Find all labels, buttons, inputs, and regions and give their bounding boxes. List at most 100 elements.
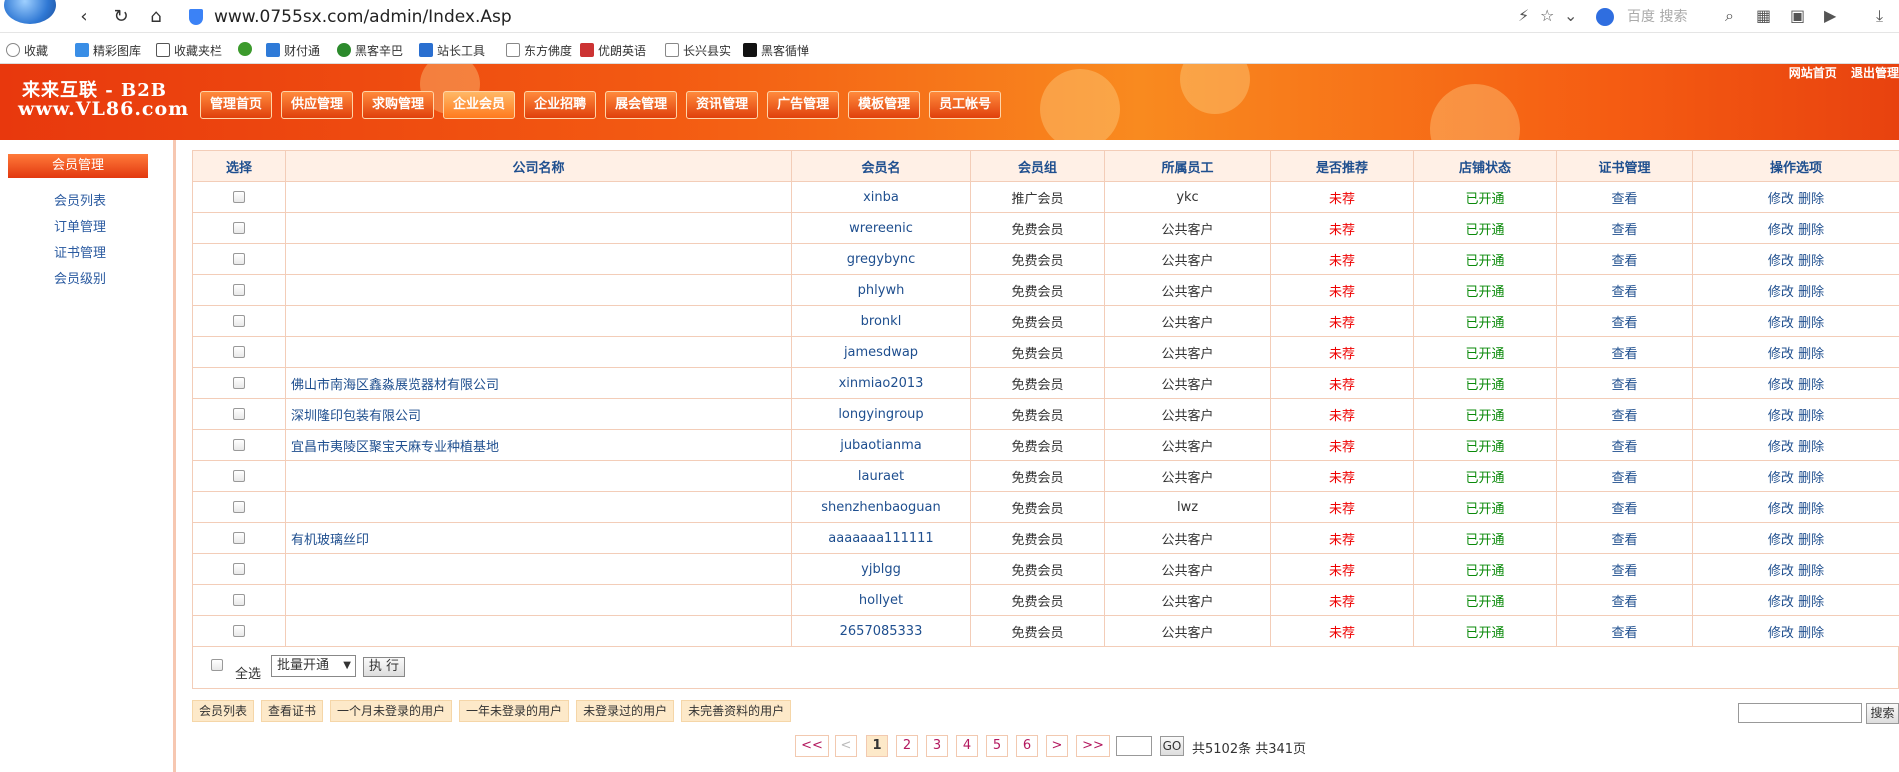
shop-status[interactable]: 已开通 [1413, 212, 1557, 244]
recommend-status[interactable]: 未荐 [1270, 305, 1414, 337]
view-cert-link[interactable]: 查看 [1556, 305, 1693, 337]
member-name[interactable]: xinmiao2013 [791, 367, 971, 399]
filter-view-certificates[interactable]: 查看证书 [261, 700, 324, 722]
page-number[interactable]: 3 [926, 735, 948, 757]
site-home-link[interactable]: 网站首页 [1789, 66, 1837, 80]
fav-item[interactable]: 优朗英语 [580, 42, 646, 59]
edit-link[interactable]: 修改 [1768, 409, 1794, 424]
delete-link[interactable]: 删除 [1798, 192, 1824, 207]
shop-status[interactable]: 已开通 [1413, 584, 1557, 616]
filter-member-list[interactable]: 会员列表 [192, 700, 255, 722]
search-button[interactable]: 搜索 [1866, 703, 1899, 724]
member-name[interactable]: jamesdwap [791, 336, 971, 368]
search-icon[interactable]: ⌕ [1725, 6, 1734, 26]
apps-icon[interactable]: ▦ [1756, 6, 1771, 25]
edit-link[interactable]: 修改 [1768, 595, 1794, 610]
star-icon[interactable]: ☆ [1540, 6, 1554, 25]
url-field[interactable]: www.0755sx.com/admin/Index.Asp [214, 7, 512, 27]
row-checkbox[interactable] [233, 377, 245, 389]
recommend-status[interactable]: 未荐 [1270, 181, 1414, 213]
shop-status[interactable]: 已开通 [1413, 460, 1557, 492]
company-name[interactable] [285, 243, 792, 275]
edit-link[interactable]: 修改 [1768, 471, 1794, 486]
edit-link[interactable]: 修改 [1768, 192, 1794, 207]
page-number[interactable]: 4 [956, 735, 978, 757]
tab-staff-accounts[interactable]: 员工帐号 [929, 91, 1002, 119]
tab-purchase[interactable]: 求购管理 [362, 91, 435, 119]
member-name[interactable]: gregybync [791, 243, 971, 275]
view-cert-link[interactable]: 查看 [1556, 615, 1693, 647]
delete-link[interactable]: 删除 [1798, 533, 1824, 548]
company-name[interactable] [285, 212, 792, 244]
page-number[interactable]: 2 [896, 735, 918, 757]
company-name[interactable] [285, 181, 792, 213]
row-checkbox[interactable] [233, 532, 245, 544]
row-checkbox[interactable] [233, 222, 245, 234]
row-checkbox[interactable] [233, 501, 245, 513]
page-number[interactable]: 1 [866, 735, 888, 757]
sidebar-item-member-levels[interactable]: 会员级别 [0, 268, 160, 287]
tab-recruitment[interactable]: 企业招聘 [524, 91, 597, 119]
recommend-status[interactable]: 未荐 [1270, 274, 1414, 306]
download-icon[interactable]: ⤓ [1876, 6, 1883, 26]
delete-link[interactable]: 删除 [1798, 595, 1824, 610]
tab-supply[interactable]: 供应管理 [281, 91, 354, 119]
delete-link[interactable]: 删除 [1798, 409, 1824, 424]
delete-link[interactable]: 删除 [1798, 285, 1824, 300]
recommend-status[interactable]: 未荐 [1270, 491, 1414, 523]
company-name[interactable] [285, 553, 792, 585]
view-cert-link[interactable]: 查看 [1556, 429, 1693, 461]
row-checkbox[interactable] [233, 563, 245, 575]
company-name[interactable] [285, 274, 792, 306]
edit-link[interactable]: 修改 [1768, 347, 1794, 362]
row-checkbox[interactable] [233, 594, 245, 606]
fav-item[interactable] [238, 42, 256, 57]
fav-item[interactable]: 黑客辛巴 [337, 42, 403, 59]
member-name[interactable]: lauraet [791, 460, 971, 492]
row-checkbox[interactable] [233, 470, 245, 482]
view-cert-link[interactable]: 查看 [1556, 522, 1693, 554]
page-number-input[interactable] [1116, 736, 1152, 756]
view-cert-link[interactable]: 查看 [1556, 243, 1693, 275]
company-name[interactable]: 宜昌市夷陵区聚宝天麻专业种植基地 [285, 429, 792, 461]
member-name[interactable]: phlywh [791, 274, 971, 306]
delete-link[interactable]: 删除 [1798, 440, 1824, 455]
view-cert-link[interactable]: 查看 [1556, 212, 1693, 244]
recommend-status[interactable]: 未荐 [1270, 243, 1414, 275]
page-number[interactable]: 5 [986, 735, 1008, 757]
delete-link[interactable]: 删除 [1798, 378, 1824, 393]
fav-item[interactable]: 财付通 [266, 42, 320, 59]
fav-item[interactable]: 站长工具 [419, 42, 485, 59]
member-name[interactable]: 2657085333 [791, 615, 971, 647]
edit-link[interactable]: 修改 [1768, 254, 1794, 269]
view-cert-link[interactable]: 查看 [1556, 491, 1693, 523]
row-checkbox[interactable] [233, 284, 245, 296]
company-name[interactable] [285, 615, 792, 647]
video-icon[interactable]: ▶ [1824, 6, 1836, 25]
member-name[interactable]: xinba [791, 181, 971, 213]
company-name[interactable]: 佛山市南海区鑫淼展览器材有限公司 [285, 367, 792, 399]
image-icon[interactable]: ▣ [1790, 6, 1805, 25]
fav-item[interactable]: 东方佛度 [506, 42, 572, 59]
row-checkbox[interactable] [233, 191, 245, 203]
row-checkbox[interactable] [233, 253, 245, 265]
edit-link[interactable]: 修改 [1768, 502, 1794, 517]
tab-templates[interactable]: 模板管理 [848, 91, 921, 119]
delete-link[interactable]: 删除 [1798, 564, 1824, 579]
edit-link[interactable]: 修改 [1768, 533, 1794, 548]
member-search-input[interactable] [1738, 703, 1862, 723]
tab-admin-home[interactable]: 管理首页 [200, 91, 273, 119]
fav-item[interactable]: 收藏 [6, 42, 48, 59]
shop-status[interactable]: 已开通 [1413, 367, 1557, 399]
fav-item[interactable]: 精彩图库 [75, 42, 141, 59]
edit-link[interactable]: 修改 [1768, 378, 1794, 393]
edit-link[interactable]: 修改 [1768, 285, 1794, 300]
row-checkbox[interactable] [233, 439, 245, 451]
member-name[interactable]: aaaaaaa111111 [791, 522, 971, 554]
shop-status[interactable]: 已开通 [1413, 553, 1557, 585]
shop-status[interactable]: 已开通 [1413, 336, 1557, 368]
delete-link[interactable]: 删除 [1798, 626, 1824, 641]
shop-status[interactable]: 已开通 [1413, 305, 1557, 337]
page-last[interactable]: >> [1076, 735, 1110, 757]
company-name[interactable] [285, 584, 792, 616]
